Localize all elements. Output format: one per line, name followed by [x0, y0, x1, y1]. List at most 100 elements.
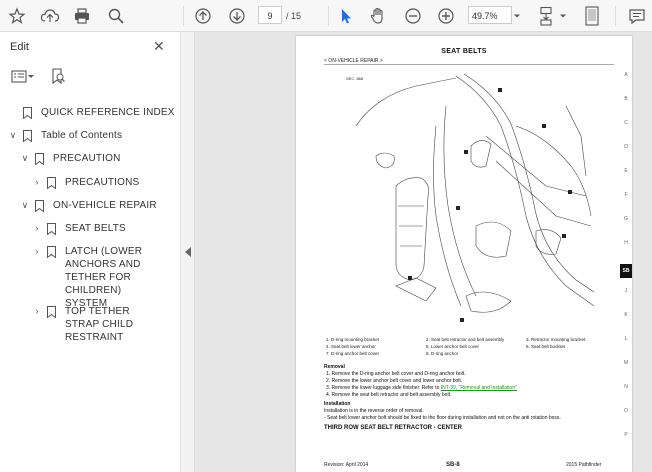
tree-item-precautions[interactable]: › PRECAUTIONS [32, 176, 180, 189]
caption-item: 4. Seat belt lower anchor [326, 344, 376, 349]
removal-step: 3. Remove the lower luggage side finishe… [326, 385, 441, 391]
zoom-out-icon[interactable] [404, 5, 422, 27]
caption-item: 5. Lower anchor belt cover [426, 344, 480, 349]
page-title: SEAT BELTS [441, 48, 487, 55]
seat-belt-illustration: SEC. 868 [346, 73, 595, 322]
tree-item-top-tether[interactable]: › TOP TETHER STRAP CHILD RESTRAINT [32, 305, 168, 344]
page-scroll-icon[interactable] [583, 5, 601, 27]
chevron-down-icon[interactable]: ∨ [8, 129, 18, 142]
removal-link[interactable]: INT-39, "Removal and Installation" [441, 385, 517, 391]
footer-revision: Revision: April 2014 [324, 462, 369, 468]
cloud-upload-icon[interactable] [40, 5, 60, 27]
caption-item: 6. Seat belt buckles [526, 344, 566, 349]
collapse-arrow-icon[interactable] [185, 247, 191, 257]
bookmark-icon [47, 306, 56, 318]
chevron-right-icon[interactable]: › [32, 305, 42, 318]
section-tab[interactable]: C [620, 120, 632, 126]
panel-title: Edit [10, 41, 29, 53]
page-fit-dropdown-icon[interactable] [559, 5, 567, 27]
section-tab[interactable]: N [620, 384, 632, 390]
page-fit-icon[interactable] [538, 5, 556, 27]
tree-item-label: PRECAUTIONS [65, 177, 140, 188]
section-tab[interactable]: P [620, 432, 632, 438]
removal-heading: Removal [324, 364, 345, 370]
svg-text:SEC. 868: SEC. 868 [346, 76, 364, 81]
zoom-in-icon[interactable] [437, 5, 455, 27]
tree-item-label: Table of Contents [41, 130, 123, 141]
section-tab[interactable]: F [620, 192, 632, 198]
section-tab[interactable]: L [620, 336, 632, 342]
tree-item-table-of-contents[interactable]: ∨ Table of Contents [8, 129, 180, 142]
installation-text: Installation is in the reverse order of … [324, 408, 424, 414]
next-page-icon[interactable] [228, 5, 246, 27]
section-tab[interactable]: D [620, 144, 632, 150]
bookmarks-panel: Edit ✕ QUICK REFERENCE INDEX ∨ Table of … [0, 32, 181, 472]
tree-item-latch-system[interactable]: › LATCH (LOWER ANCHORS AND TETHER FOR CH… [32, 245, 168, 310]
removal-step: 1. Remove the D-ring anchor belt cover a… [326, 371, 466, 377]
bookmark-search-icon[interactable] [51, 68, 65, 89]
section-tab[interactable]: O [620, 408, 632, 414]
removal-step: 4. Remove the seat belt retractor and be… [326, 392, 452, 398]
removal-step: 2. Remove the lower anchor belt cover an… [326, 378, 463, 384]
bookmark-icon [35, 153, 44, 165]
tree-item-label: SEAT BELTS [65, 223, 126, 234]
bookmark-icon [35, 200, 44, 212]
caption-item: 2. Seat belt retractor and belt assembly [426, 337, 505, 342]
installation-text: - Seat belt lower anchor bolt should be … [324, 415, 561, 421]
installation-heading: Installation [324, 401, 351, 407]
tree-item-precaution[interactable]: ∨ PRECAUTION [20, 152, 180, 165]
tree-item-label: TOP TETHER STRAP CHILD RESTRAINT [65, 306, 134, 343]
bookmark-icon [47, 246, 56, 258]
caption-item: 3. Retractor mounting bracket [526, 337, 586, 342]
print-icon[interactable] [73, 5, 91, 27]
bookmark-star-icon[interactable] [8, 5, 26, 27]
caption-item: 1. D-ring mounting bracket [326, 337, 380, 342]
chevron-down-icon[interactable]: ∨ [20, 199, 30, 212]
section-tab[interactable]: K [620, 312, 632, 318]
caption-item: 7. D-ring anchor belt cover [326, 351, 380, 356]
section-tab[interactable]: M [620, 360, 632, 366]
document-viewer[interactable]: SEAT BELTS < ON-VEHICLE REPAIR > ABCDEFG… [195, 32, 652, 472]
zoom-search-icon[interactable] [107, 5, 125, 27]
bookmark-icon [23, 107, 32, 119]
hand-tool-icon[interactable] [369, 5, 387, 27]
caption-item: 8. D-ring anchor [426, 351, 459, 356]
section-heading: THIRD ROW SEAT BELT RETRACTOR - CENTER [324, 425, 462, 431]
page-number-input[interactable]: 9 [258, 6, 282, 24]
toolbar: 9 / 15 49.7% [0, 0, 652, 32]
previous-page-icon[interactable] [194, 5, 212, 27]
section-tab[interactable]: J [620, 288, 632, 294]
document-page: SEAT BELTS < ON-VEHICLE REPAIR > ABCDEFG… [296, 36, 632, 472]
tree-item-label: ON-VEHICLE REPAIR [53, 200, 157, 211]
bookmark-icon [47, 223, 56, 235]
chevron-right-icon[interactable]: › [32, 222, 42, 235]
section-tab[interactable]: H [620, 240, 632, 246]
options-menu-icon[interactable] [11, 70, 35, 89]
chevron-right-icon[interactable]: › [32, 176, 42, 189]
select-cursor-icon[interactable] [338, 5, 354, 27]
bookmark-icon [23, 130, 32, 142]
tree-item-label: QUICK REFERENCE INDEX [41, 107, 175, 118]
bookmark-icon [47, 177, 56, 189]
section-tab[interactable]: SB [620, 264, 632, 278]
section-tab[interactable]: A [620, 72, 632, 78]
zoom-level-field[interactable]: 49.7% [468, 6, 512, 24]
footer-page-number: SB-8 [446, 462, 460, 468]
section-tab[interactable]: G [620, 216, 632, 222]
zoom-dropdown-icon[interactable] [513, 5, 521, 27]
tree-item-quick-reference[interactable]: QUICK REFERENCE INDEX [8, 106, 180, 119]
removal-step-with-link: 3. Remove the lower luggage side finishe… [326, 385, 517, 391]
tree-item-on-vehicle-repair[interactable]: ∨ ON-VEHICLE REPAIR [20, 199, 180, 212]
tree-item-label: PRECAUTION [53, 153, 121, 164]
tree-item-label: LATCH (LOWER ANCHORS AND TETHER FOR CHIL… [65, 246, 143, 309]
page-total: / 15 [286, 11, 302, 21]
tree-item-seat-belts[interactable]: › SEAT BELTS [32, 222, 180, 235]
chevron-down-icon[interactable]: ∨ [20, 152, 30, 165]
panel-splitter[interactable] [181, 32, 195, 472]
comment-icon[interactable] [628, 5, 646, 27]
section-tab[interactable]: B [620, 96, 632, 102]
divider [324, 64, 614, 65]
section-tab[interactable]: E [620, 168, 632, 174]
chevron-right-icon[interactable]: › [32, 245, 42, 258]
close-icon[interactable]: ✕ [153, 38, 165, 55]
